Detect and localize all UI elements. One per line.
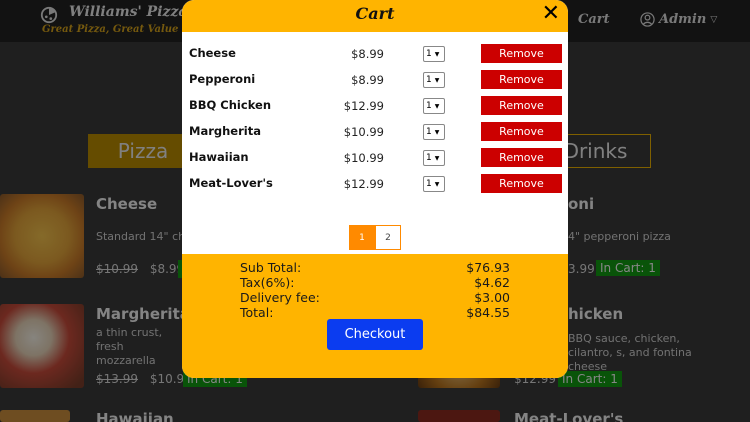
remove-button[interactable]: Remove	[481, 70, 562, 89]
remove-button[interactable]: Remove	[481, 174, 562, 193]
page-button-2[interactable]: 2	[375, 225, 401, 250]
tax-label: Tax(6%):	[240, 275, 295, 290]
cart-item-name: BBQ Chicken	[189, 98, 272, 112]
quantity-select[interactable]: 1 ▼	[423, 72, 445, 88]
checkout-button[interactable]: Checkout	[327, 319, 423, 350]
quantity-value: 1	[426, 75, 432, 85]
quantity-value: 1	[426, 49, 432, 59]
quantity-value: 1	[426, 101, 432, 111]
delivery-fee-label: Delivery fee:	[240, 290, 320, 305]
cart-modal-header: Cart ✕	[182, 0, 568, 32]
cart-item-name: Margherita	[189, 124, 261, 138]
page-button-1[interactable]: 1	[349, 225, 375, 250]
cart-item-name: Meat-Lover's	[189, 176, 273, 190]
quantity-value: 1	[426, 179, 432, 189]
cart-item-price: $10.99	[343, 151, 384, 165]
quantity-select[interactable]: 1 ▼	[423, 46, 445, 62]
pagination: 1 2	[349, 225, 401, 250]
delivery-fee-value: $3.00	[474, 290, 510, 305]
subtotal-label: Sub Total:	[240, 260, 302, 275]
quantity-select[interactable]: 1 ▼	[423, 124, 445, 140]
cart-item-name: Cheese	[189, 46, 236, 60]
remove-button[interactable]: Remove	[481, 96, 562, 115]
cart-row: Meat-Lover's $12.99 1 ▼ Remove	[182, 171, 568, 197]
chevron-down-icon: ▼	[434, 128, 440, 136]
total-label: Total:	[240, 305, 274, 320]
cart-row: Pepperoni $8.99 1 ▼ Remove	[182, 67, 568, 93]
cart-modal: Cart ✕ Cheese $8.99 1 ▼ Remove Pepperoni …	[182, 0, 568, 378]
cart-row: Cheese $8.99 1 ▼ Remove	[182, 41, 568, 67]
cart-item-price: $12.99	[343, 99, 384, 113]
cart-item-price: $8.99	[351, 73, 384, 87]
quantity-select[interactable]: 1 ▼	[423, 176, 445, 192]
cart-row: Hawaiian $10.99 1 ▼ Remove	[182, 145, 568, 171]
remove-button[interactable]: Remove	[481, 122, 562, 141]
close-icon[interactable]: ✕	[542, 3, 560, 25]
cart-item-price: $10.99	[343, 125, 384, 139]
chevron-down-icon: ▼	[434, 102, 440, 110]
cart-item-name: Hawaiian	[189, 150, 249, 164]
subtotal-value: $76.93	[466, 260, 510, 275]
chevron-down-icon: ▼	[434, 180, 440, 188]
quantity-value: 1	[426, 127, 432, 137]
remove-button[interactable]: Remove	[481, 148, 562, 167]
quantity-select[interactable]: 1 ▼	[423, 98, 445, 114]
cart-row: Margherita $10.99 1 ▼ Remove	[182, 119, 568, 145]
chevron-down-icon: ▼	[434, 76, 440, 84]
total-value: $84.55	[466, 305, 510, 320]
remove-button[interactable]: Remove	[481, 44, 562, 63]
cart-summary: Sub Total: $76.93 Tax(6%): $4.62 Deliver…	[182, 254, 568, 378]
tax-value: $4.62	[474, 275, 510, 290]
cart-item-name: Pepperoni	[189, 72, 256, 86]
chevron-down-icon: ▼	[434, 154, 440, 162]
quantity-value: 1	[426, 153, 432, 163]
quantity-select[interactable]: 1 ▼	[423, 150, 445, 166]
cart-row: BBQ Chicken $12.99 1 ▼ Remove	[182, 93, 568, 119]
cart-title: Cart	[355, 4, 395, 23]
cart-item-price: $12.99	[343, 177, 384, 191]
cart-item-price: $8.99	[351, 47, 384, 61]
chevron-down-icon: ▼	[434, 50, 440, 58]
